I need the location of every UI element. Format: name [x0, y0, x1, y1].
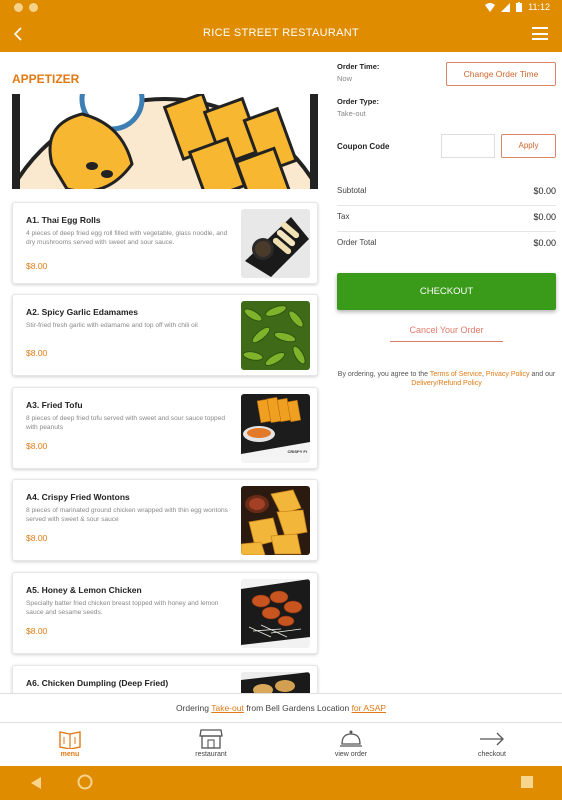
menu-item-card[interactable]: A4. Crispy Fried Wontons 8 pieces of mar…: [12, 479, 318, 561]
notification-icon: [29, 3, 38, 12]
refund-policy-link[interactable]: Delivery/Refund Policy: [411, 380, 481, 387]
order-total-value: $0.00: [533, 238, 556, 248]
category-banner-image: [12, 94, 318, 189]
coupon-code-label: Coupon Code: [337, 142, 390, 151]
notification-icon: [14, 3, 23, 12]
system-back-icon[interactable]: [30, 776, 42, 790]
page-title: RICE STREET RESTAURANT: [203, 27, 359, 39]
menu-item-photo: [241, 486, 310, 555]
nav-restaurant-label: restaurant: [195, 751, 227, 758]
tax-label: Tax: [337, 212, 350, 221]
menu-item-card[interactable]: A1. Thai Egg Rolls 4 pieces of deep frie…: [12, 202, 318, 284]
checkout-button[interactable]: CHECKOUT: [337, 273, 556, 310]
menu-item-price: $8.00: [26, 348, 48, 358]
menu-item-card[interactable]: A6. Chicken Dumpling (Deep Fried): [12, 665, 318, 693]
menu-item-photo: [241, 301, 310, 370]
menu-item-name: A2. Spicy Garlic Edamames: [26, 307, 138, 317]
subtotal-label: Subtotal: [337, 186, 367, 195]
order-total-label: Order Total: [337, 238, 377, 247]
hamburger-menu-button[interactable]: [532, 27, 548, 40]
clock: 11:12: [528, 2, 550, 12]
system-navigation-bar: [0, 766, 562, 800]
menu-item-photo: [241, 672, 310, 693]
menu-item-name: A1. Thai Egg Rolls: [26, 215, 101, 225]
signal-icon: [501, 2, 511, 12]
ordering-text: Ordering: [175, 703, 212, 713]
system-home-icon[interactable]: [77, 774, 93, 790]
menu-item-card[interactable]: A2. Spicy Garlic Edamames Stir-fried fre…: [12, 294, 318, 376]
tax-row: Tax $0.00: [337, 206, 556, 232]
order-time-link[interactable]: for ASAP: [352, 703, 387, 713]
terms-of-service-link[interactable]: Terms of Service: [430, 371, 482, 378]
terms-notice: By ordering, you agree to the Terms of S…: [337, 370, 556, 388]
bottom-navigation: menu restaurant view order checkout: [0, 723, 562, 766]
nav-view-order[interactable]: view order: [311, 727, 391, 758]
order-type-value: Take-out: [337, 109, 366, 118]
nav-checkout-label: checkout: [477, 751, 507, 758]
ordering-info-bar: Ordering Take-out from Bell Gardens Loca…: [0, 693, 562, 723]
menu-item-photo: CRISPY FI: [241, 394, 310, 463]
menu-item-name: A6. Chicken Dumpling (Deep Fried): [26, 678, 169, 688]
arrow-right-icon: [480, 732, 504, 746]
coupon-code-input[interactable]: [441, 134, 495, 158]
menu-item-photo: [241, 579, 310, 648]
menu-item-name: A3. Fried Tofu: [26, 400, 83, 410]
subtotal-value: $0.00: [533, 186, 556, 196]
menu-book-icon: [59, 731, 81, 749]
cloche-icon: [340, 730, 362, 747]
system-recents-icon[interactable]: [521, 776, 533, 788]
menu-item-card[interactable]: A3. Fried Tofu 8 pieces of deep fried to…: [12, 387, 318, 469]
order-type-link[interactable]: Take-out: [211, 703, 244, 713]
menu-item-price: $8.00: [26, 441, 48, 451]
photo-caption: CRISPY FI: [287, 449, 308, 454]
change-order-time-button[interactable]: Change Order Time: [446, 62, 556, 86]
tax-value: $0.00: [533, 212, 556, 222]
menu-item-photo: [241, 209, 310, 278]
wifi-icon: [485, 2, 496, 12]
menu-item-name: A5. Honey & Lemon Chicken: [26, 585, 142, 595]
nav-view-order-label: view order: [334, 751, 368, 758]
menu-list[interactable]: APPETIZER A1. Thai Egg Rolls 4 pieces of…: [0, 52, 330, 693]
menu-item-description: Stir-fried fresh garlic with edamame and…: [26, 322, 198, 329]
menu-item-price: $8.00: [26, 533, 48, 543]
privacy-policy-link[interactable]: Privacy Policy: [486, 371, 530, 378]
storefront-icon: [199, 729, 223, 749]
section-title: APPETIZER: [12, 72, 80, 86]
terms-text: and our: [529, 371, 556, 378]
menu-item-price: $8.00: [26, 626, 48, 636]
menu-item-description: 8 pieces of marinated ground chicken wra…: [26, 507, 228, 523]
ordering-text: from Bell Gardens Location: [243, 703, 352, 713]
nav-checkout[interactable]: checkout: [452, 727, 532, 758]
subtotal-row: Subtotal $0.00: [337, 180, 556, 206]
menu-item-price: $8.00: [26, 261, 48, 271]
menu-item-card[interactable]: A5. Honey & Lemon Chicken Specialty batt…: [12, 572, 318, 654]
order-time-value: Now: [337, 74, 353, 83]
nav-menu[interactable]: menu: [30, 727, 110, 758]
app-bar: RICE STREET RESTAURANT: [0, 17, 562, 52]
terms-text: By ordering, you agree to the: [337, 371, 430, 378]
status-bar: 11:12: [0, 0, 562, 17]
menu-item-name: A4. Crispy Fried Wontons: [26, 492, 130, 502]
nav-menu-label: menu: [60, 751, 80, 758]
menu-item-description: Specialty batter fried chicken breast to…: [26, 600, 219, 616]
apply-coupon-button[interactable]: Apply: [501, 134, 556, 158]
order-type-label: Order Type:: [337, 97, 379, 106]
cancel-order-button[interactable]: Cancel Your Order: [390, 325, 503, 342]
menu-item-description: 4 pieces of deep fried egg roll filled w…: [26, 230, 228, 246]
battery-icon: [516, 2, 523, 12]
nav-restaurant[interactable]: restaurant: [171, 727, 251, 758]
order-total-row: Order Total $0.00: [337, 232, 556, 258]
menu-item-description: 8 pieces of deep fried tofu served with …: [26, 415, 226, 431]
order-time-label: Order Time:: [337, 62, 380, 71]
